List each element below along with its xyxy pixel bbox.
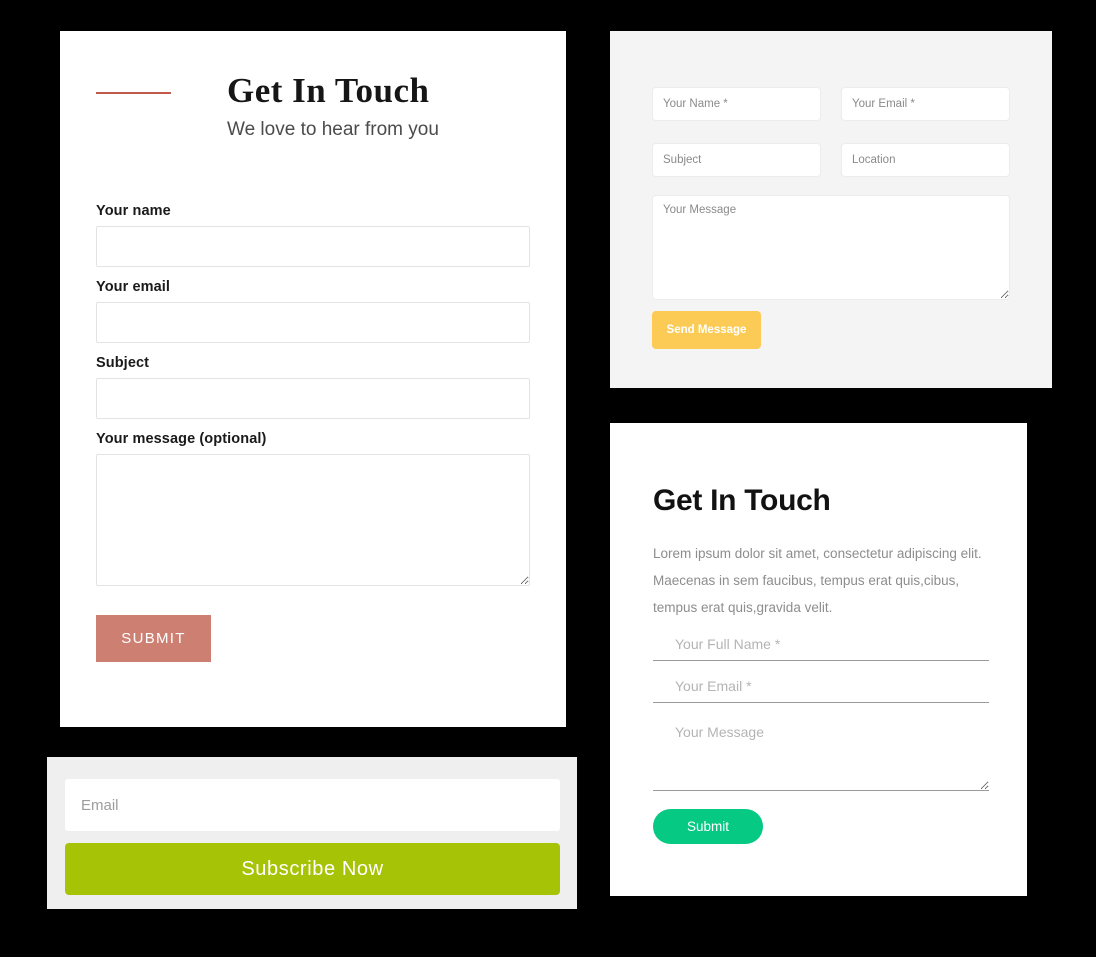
sm-your-name-input[interactable] [652, 87, 821, 121]
your-name-input[interactable] [96, 226, 530, 267]
page-subtitle: We love to hear from you [227, 118, 439, 140]
sm-your-message-textarea[interactable] [652, 195, 1010, 300]
submit-button[interactable]: SUBMIT [96, 615, 211, 662]
field-label-your-name: Your name [96, 203, 171, 219]
field-label-subject: Subject [96, 355, 150, 371]
minimal-panel-title: Get In Touch [653, 484, 831, 517]
sm-location-input[interactable] [841, 143, 1010, 177]
send-message-button[interactable]: Send Message [652, 311, 761, 349]
minimal-full-name-input[interactable] [653, 627, 989, 661]
contact-form: Your name Your email Subject Your messag… [96, 203, 530, 662]
minimal-panel-description: Lorem ipsum dolor sit amet, consectetur … [653, 546, 982, 615]
sm-your-email-input[interactable] [841, 87, 1010, 121]
field-your-email: Your email [96, 279, 530, 343]
page-title: Get In Touch [227, 71, 430, 110]
field-your-name: Your name [96, 203, 530, 267]
your-message-textarea[interactable] [96, 454, 530, 586]
contact-form-header: Get In Touch We love to hear from you [96, 71, 536, 141]
field-label-your-email: Your email [96, 279, 171, 295]
subscribe-email-input[interactable] [65, 779, 560, 831]
contact-form-panel: Get In Touch We love to hear from you Yo… [60, 31, 566, 727]
your-email-input[interactable] [96, 302, 530, 343]
send-message-row-1 [652, 87, 1010, 121]
subject-input[interactable] [96, 378, 530, 419]
field-subject: Subject [96, 355, 530, 419]
minimal-email-input[interactable] [653, 669, 989, 703]
minimal-message-textarea[interactable] [653, 718, 989, 791]
screenshot-canvas: Get In Touch We love to hear from you Yo… [0, 0, 1096, 957]
field-your-message: Your message (optional) [96, 431, 530, 586]
subscribe-panel: Subscribe Now [47, 757, 577, 909]
sm-subject-input[interactable] [652, 143, 821, 177]
field-label-your-message: Your message (optional) [96, 431, 267, 447]
send-message-row-2 [652, 143, 1010, 177]
subscribe-now-button[interactable]: Subscribe Now [65, 843, 560, 895]
minimal-submit-button[interactable]: Submit [653, 809, 763, 844]
get-in-touch-minimal-panel: Get In Touch Lorem ipsum dolor sit amet,… [610, 423, 1027, 896]
